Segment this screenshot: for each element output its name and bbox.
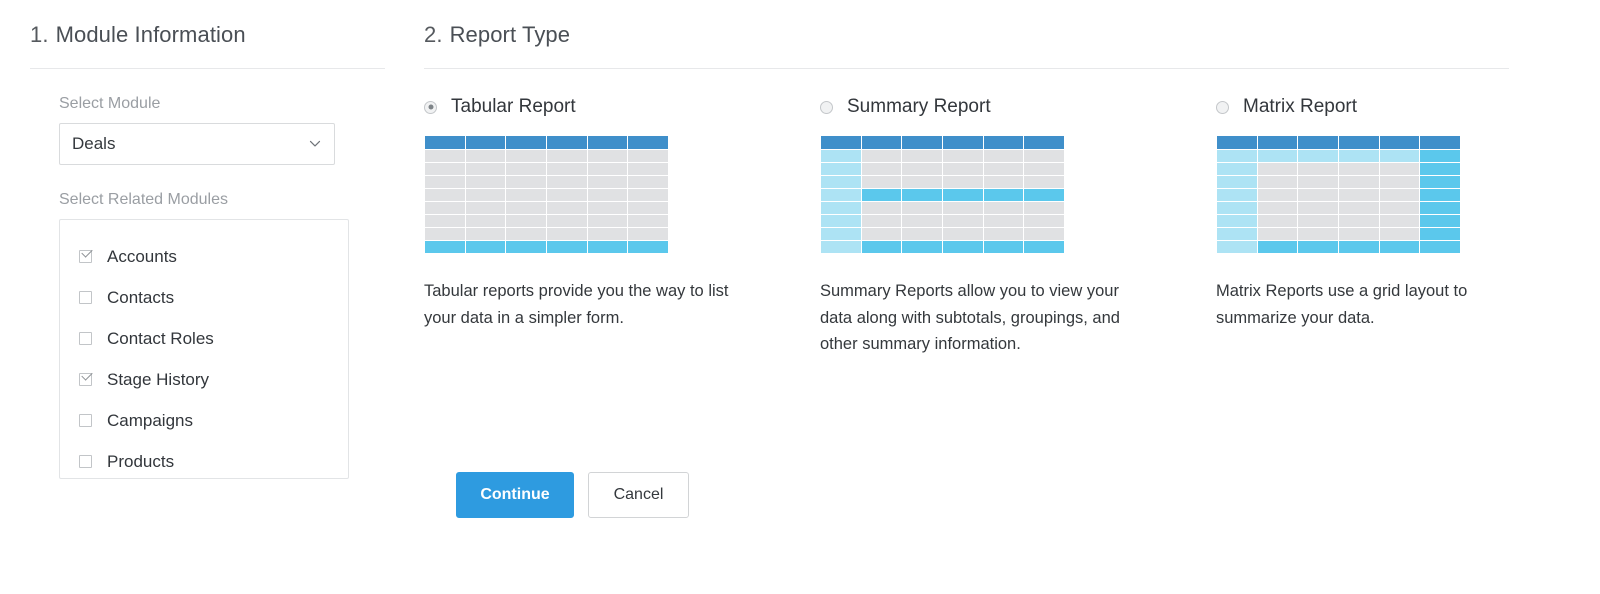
related-modules-list: Accounts Contacts Contact Roles Stage Histo… <box>59 219 349 479</box>
report-type-card[interactable]: Summary Report Summary Reports allow you … <box>820 95 1160 358</box>
report-type-label: Matrix Report <box>1243 96 1357 118</box>
report-type-card[interactable]: Tabular Report Tabular reports provide yo… <box>424 95 764 331</box>
report-type-preview <box>820 135 1065 254</box>
checkbox-icon[interactable] <box>79 414 92 427</box>
list-item-label: Products <box>107 452 174 472</box>
report-type-description: Tabular reports provide you the way to l… <box>424 278 754 331</box>
report-type-label: Tabular Report <box>451 96 576 118</box>
report-type-radio-row[interactable]: Summary Report <box>820 95 1160 119</box>
report-type-preview <box>1216 135 1461 254</box>
report-type-label: Summary Report <box>847 96 991 118</box>
checkbox-icon[interactable] <box>79 332 92 345</box>
report-type-description: Summary Reports allow you to view your d… <box>820 278 1150 358</box>
chevron-down-icon <box>309 137 320 148</box>
module-information-heading: 1. Module Information <box>30 22 385 48</box>
radio-selected-icon[interactable] <box>424 101 437 114</box>
list-item-label: Campaigns <box>107 411 193 431</box>
checkbox-icon[interactable] <box>79 455 92 468</box>
select-module-value: Deals <box>72 134 115 154</box>
report-type-options: Tabular Report Tabular reports provide yo… <box>424 95 1509 425</box>
list-item[interactable]: Contacts <box>60 277 348 318</box>
cancel-button[interactable]: Cancel <box>588 472 689 518</box>
form-actions: Continue Cancel <box>456 472 689 518</box>
select-module-label: Select Module <box>59 95 385 113</box>
radio-icon[interactable] <box>820 101 833 114</box>
list-item-label: Accounts <box>107 247 177 267</box>
report-type-card[interactable]: Matrix Report Matrix Reports use a grid l… <box>1216 95 1556 331</box>
checkbox-checked-icon[interactable] <box>79 373 92 386</box>
checkbox-icon[interactable] <box>79 291 92 304</box>
checkbox-checked-icon[interactable] <box>79 250 92 263</box>
section-divider-right <box>424 68 1509 69</box>
list-item-label: Contacts <box>107 288 174 308</box>
list-item[interactable]: Products <box>60 441 348 482</box>
step-title-1: Module Information <box>56 22 246 47</box>
section-divider-left <box>30 68 385 69</box>
report-type-preview <box>424 135 669 254</box>
radio-icon[interactable] <box>1216 101 1229 114</box>
list-item[interactable]: Contact Roles <box>60 318 348 359</box>
list-item[interactable]: Campaigns <box>60 400 348 441</box>
report-type-panel: 2. Report Type Tabular Report Tabular repo… <box>424 22 1509 425</box>
list-item-label: Stage History <box>107 370 209 390</box>
step-number-2: 2. <box>424 22 443 47</box>
report-type-heading: 2. Report Type <box>424 22 1509 48</box>
report-builder-page: 1. Module Information Select Module Deals… <box>0 0 1600 594</box>
step-number-1: 1. <box>30 22 49 47</box>
select-module-dropdown[interactable]: Deals <box>59 123 335 165</box>
list-item-label: Contact Roles <box>107 329 214 349</box>
report-type-description: Matrix Reports use a grid layout to summ… <box>1216 278 1546 331</box>
step-title-2: Report Type <box>450 22 571 47</box>
list-item[interactable]: Accounts <box>60 236 348 277</box>
select-related-modules-label: Select Related Modules <box>59 191 385 209</box>
report-type-radio-row[interactable]: Tabular Report <box>424 95 764 119</box>
module-information-panel: 1. Module Information Select Module Deals… <box>30 22 385 479</box>
report-type-radio-row[interactable]: Matrix Report <box>1216 95 1556 119</box>
list-item[interactable]: Stage History <box>60 359 348 400</box>
continue-button[interactable]: Continue <box>456 472 574 518</box>
